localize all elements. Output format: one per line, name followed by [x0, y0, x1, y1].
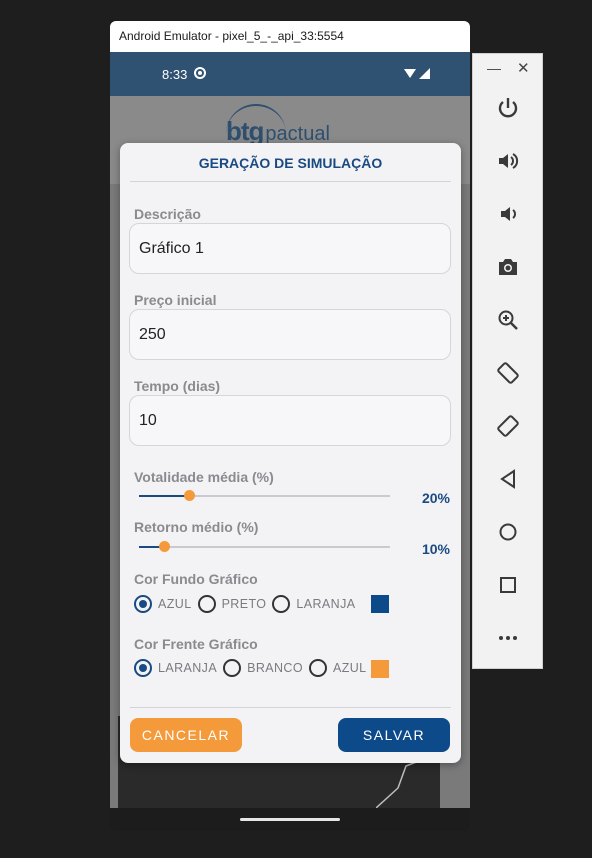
description-label: Descrição	[134, 206, 201, 222]
fg-radio-laranja[interactable]	[134, 659, 152, 677]
volatility-value: 20%	[421, 490, 450, 506]
bg-radio-preto-label[interactable]: PRETO	[222, 597, 267, 611]
fg-radio-branco[interactable]	[223, 659, 242, 677]
overview-icon[interactable]	[495, 572, 521, 598]
signal-icon	[419, 68, 430, 79]
rotate-left-icon[interactable]	[495, 360, 521, 386]
fg-radio-laranja-label[interactable]: LARANJA	[158, 661, 217, 675]
time-days-input[interactable]: 10	[129, 395, 451, 446]
description-input[interactable]: Gráfico 1	[129, 223, 451, 274]
return-label: Retorno médio (%)	[134, 519, 259, 535]
background-color-options: AZUL PRETO LARANJA	[134, 593, 361, 615]
rotate-right-icon[interactable]	[495, 413, 521, 439]
zoom-in-icon[interactable]	[495, 307, 521, 333]
camera-icon[interactable]	[495, 254, 521, 280]
foreground-color-swatch	[371, 660, 389, 678]
bg-radio-azul[interactable]	[134, 595, 152, 613]
back-icon[interactable]	[495, 466, 521, 492]
fg-radio-azul[interactable]	[308, 659, 327, 677]
initial-price-input[interactable]: 250	[129, 309, 451, 360]
dialog-title: GERAÇÃO DE SIMULAÇÃO	[198, 155, 383, 171]
volatility-slider-fill	[139, 495, 189, 497]
home-icon[interactable]	[495, 519, 521, 545]
foreground-color-options: LARANJA BRANCO AZUL	[134, 657, 373, 679]
background-color-swatch	[371, 595, 389, 613]
volume-down-icon[interactable]	[495, 201, 521, 227]
volatility-slider[interactable]	[139, 490, 390, 501]
title-divider	[130, 181, 451, 182]
nav-bar	[110, 808, 470, 831]
status-bar: 8:33	[110, 52, 470, 96]
emulator-side-panel: — ✕	[472, 53, 543, 669]
nav-handle[interactable]	[240, 818, 340, 821]
cancel-button[interactable]: CANCELAR	[130, 718, 242, 752]
background-color-label: Cor Fundo Gráfico	[134, 571, 258, 587]
bg-radio-laranja-label[interactable]: LARANJA	[296, 597, 355, 611]
minimize-button[interactable]: —	[487, 60, 501, 76]
fg-radio-azul-label[interactable]: AZUL	[333, 661, 367, 675]
return-value: 10%	[421, 541, 450, 557]
initial-price-label: Preço inicial	[134, 292, 217, 308]
power-icon[interactable]	[495, 95, 521, 121]
bg-radio-azul-label[interactable]: AZUL	[158, 597, 192, 611]
volume-up-icon[interactable]	[495, 148, 521, 174]
bg-radio-preto[interactable]	[197, 595, 216, 613]
return-slider[interactable]	[139, 541, 390, 552]
simulation-dialog: GERAÇÃO DE SIMULAÇÃO Descrição Gráfico 1…	[120, 143, 461, 763]
return-slider-thumb[interactable]	[159, 541, 170, 552]
volatility-label: Votalidade média (%)	[134, 469, 274, 485]
volatility-slider-thumb[interactable]	[184, 490, 195, 501]
save-button[interactable]: SALVAR	[338, 718, 450, 752]
time-days-label: Tempo (dias)	[134, 378, 221, 394]
more-icon[interactable]	[495, 625, 521, 651]
close-button[interactable]: ✕	[517, 59, 530, 77]
emulator-titlebar[interactable]: Android Emulator - pixel_5_-_api_33:5554	[110, 21, 470, 52]
footer-divider	[130, 707, 451, 708]
gear-icon	[194, 67, 206, 79]
wifi-icon	[404, 69, 416, 78]
status-time: 8:33	[162, 67, 188, 82]
foreground-color-label: Cor Frente Gráfico	[134, 636, 258, 652]
window-title: Android Emulator - pixel_5_-_api_33:5554	[119, 29, 344, 43]
bg-radio-laranja[interactable]	[272, 595, 291, 613]
fg-radio-branco-label[interactable]: BRANCO	[247, 661, 303, 675]
